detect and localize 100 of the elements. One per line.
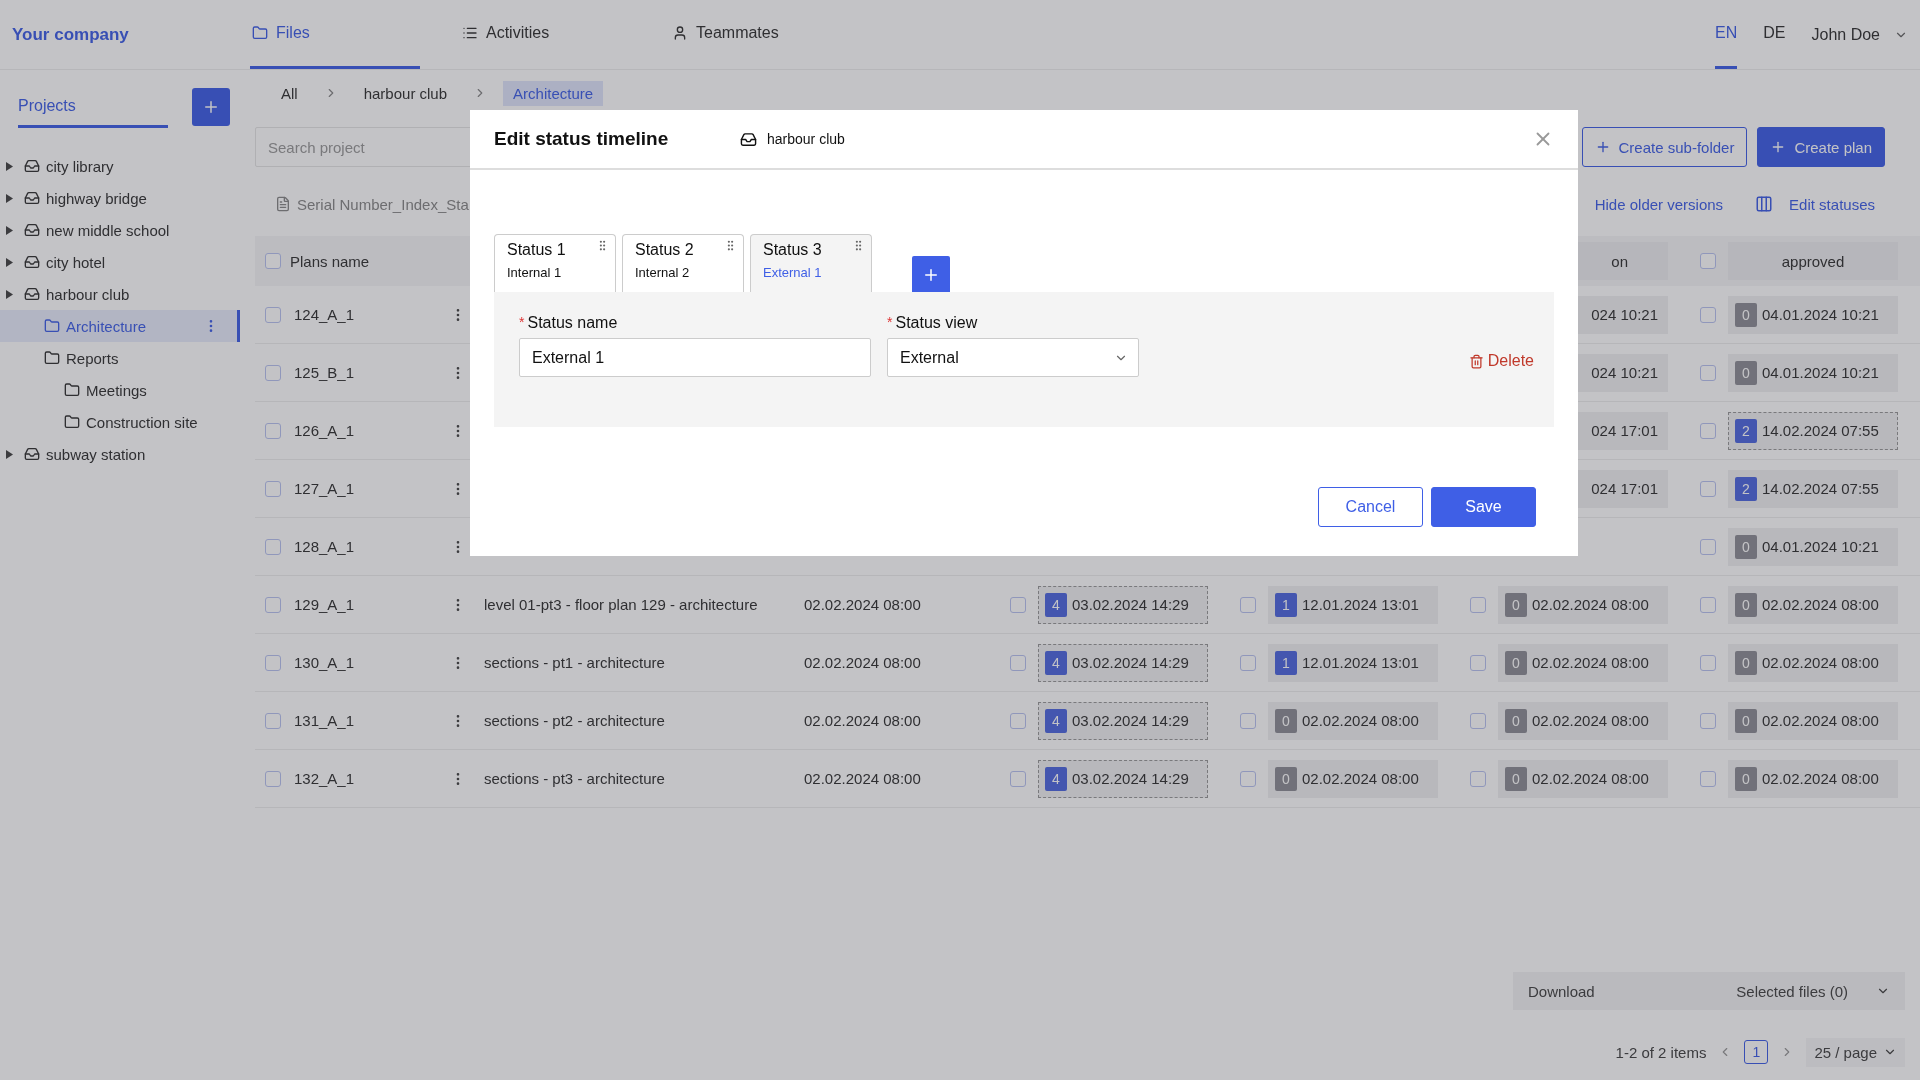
count-badge: 2 bbox=[1735, 418, 1757, 443]
plan-name: 126_A_1 bbox=[293, 422, 356, 439]
status-tag: 4 03.02.2024 14:29 bbox=[1038, 759, 1208, 798]
page-button[interactable]: 1 bbox=[1744, 1040, 1769, 1064]
user-menu[interactable]: John Doe bbox=[1811, 0, 1908, 69]
status-tab[interactable]: Status 3 External 1 bbox=[750, 234, 872, 292]
nav-tab[interactable]: Activities bbox=[460, 0, 630, 69]
count-badge: 0 bbox=[1505, 766, 1527, 791]
column-header: approved bbox=[1728, 242, 1898, 280]
count-badge: 1 bbox=[1275, 650, 1297, 675]
status-tab[interactable]: Status 1 Internal 1 bbox=[494, 234, 616, 292]
plan-name: 132_A_1 bbox=[293, 770, 356, 787]
tree-item[interactable]: Construction site bbox=[0, 406, 240, 438]
count-badge: 4 bbox=[1045, 592, 1067, 617]
action-button[interactable]: Create plan bbox=[1757, 127, 1885, 167]
status-tag: 0 02.02.2024 08:00 bbox=[1498, 643, 1668, 682]
status-tag: 0 04.01.2024 10:21 bbox=[1728, 295, 1898, 334]
count-badge: 2 bbox=[1735, 476, 1757, 501]
tree-item[interactable]: subway station bbox=[0, 438, 240, 470]
tree-item[interactable]: Reports bbox=[0, 342, 240, 374]
count-badge: 0 bbox=[1735, 592, 1757, 617]
page-size-select[interactable]: 25 / page bbox=[1806, 1037, 1905, 1067]
tree-item[interactable]: highway bridge bbox=[0, 182, 240, 214]
count-badge: 1 bbox=[1275, 592, 1297, 617]
tree-item[interactable]: city hotel bbox=[0, 246, 240, 278]
count-badge: 0 bbox=[1275, 766, 1297, 791]
status-tab[interactable]: Status 2 Internal 2 bbox=[622, 234, 744, 292]
tree-item[interactable]: harbour club bbox=[0, 278, 240, 310]
status-tag: 0 02.02.2024 08:00 bbox=[1498, 585, 1668, 624]
download-bar[interactable]: Download Selected files (0) bbox=[1513, 972, 1905, 1010]
status-tag: 0 02.02.2024 08:00 bbox=[1728, 759, 1898, 798]
status-tag: 0 04.01.2024 10:21 bbox=[1728, 353, 1898, 392]
selected-files-count: Selected files (0) bbox=[1736, 982, 1848, 1000]
project-name: harbour club bbox=[767, 131, 845, 147]
tree-item[interactable]: city library bbox=[0, 150, 240, 182]
column-header: Plans name bbox=[290, 252, 371, 270]
toolbar-link[interactable]: Edit statuses bbox=[1789, 195, 1875, 213]
status-tag: 2 14.02.2024 07:55 bbox=[1728, 411, 1898, 450]
plan-description: level 01-pt3 - floor plan 129 - architecture bbox=[483, 596, 759, 613]
status-tag: 1 12.01.2024 13:01 bbox=[1268, 643, 1438, 682]
status-tag: 0 04.01.2024 10:21 bbox=[1728, 527, 1898, 566]
count-badge: 4 bbox=[1045, 650, 1067, 675]
count-badge: 0 bbox=[1735, 708, 1757, 733]
plan-description: sections - pt2 - architecture bbox=[483, 712, 666, 729]
count-badge: 0 bbox=[1505, 650, 1527, 675]
field-label: * Status name bbox=[519, 314, 619, 332]
status-view-select[interactable]: External bbox=[887, 338, 1139, 377]
pagination-summary: 1-2 of 2 items bbox=[1615, 1043, 1707, 1061]
language-tab[interactable]: EN bbox=[1715, 0, 1738, 69]
status-tag: 0 02.02.2024 08:00 bbox=[1728, 643, 1898, 682]
status-tag: 1 12.01.2024 13:01 bbox=[1268, 585, 1438, 624]
status-tag: 0 02.02.2024 08:00 bbox=[1728, 701, 1898, 740]
nav-tab[interactable]: Files bbox=[250, 0, 420, 69]
plan-date: 02.02.2024 08:00 bbox=[803, 654, 922, 671]
plan-date: 02.02.2024 08:00 bbox=[803, 596, 922, 613]
status-tag: 4 03.02.2024 14:29 bbox=[1038, 585, 1208, 624]
status-tag: 0 02.02.2024 08:00 bbox=[1498, 759, 1668, 798]
file-name: Serial Number_Index_Sta bbox=[297, 195, 469, 213]
download-label: Download bbox=[1528, 982, 1595, 1000]
status-tag: 0 02.02.2024 08:00 bbox=[1268, 759, 1438, 798]
count-badge: 4 bbox=[1045, 708, 1067, 733]
count-badge: 0 bbox=[1275, 708, 1297, 733]
count-badge: 0 bbox=[1735, 766, 1757, 791]
action-button[interactable]: Create sub-folder bbox=[1581, 127, 1748, 167]
plan-name: 124_A_1 bbox=[293, 306, 356, 323]
count-badge: 0 bbox=[1735, 650, 1757, 675]
tree-item[interactable]: Meetings bbox=[0, 374, 240, 406]
count-badge: 0 bbox=[1735, 534, 1757, 559]
plan-name: 131_A_1 bbox=[293, 712, 356, 729]
breadcrumb-link[interactable]: All bbox=[271, 80, 308, 106]
nav-tab[interactable]: Teammates bbox=[670, 0, 840, 69]
count-badge: 0 bbox=[1735, 360, 1757, 385]
breadcrumb-link[interactable]: harbour club bbox=[353, 80, 458, 106]
plan-name: 129_A_1 bbox=[293, 596, 356, 613]
field-label: * Status view bbox=[887, 314, 979, 332]
count-badge: 0 bbox=[1505, 708, 1527, 733]
count-badge: 0 bbox=[1505, 592, 1527, 617]
language-tab[interactable]: DE bbox=[1763, 0, 1786, 69]
company-logo: Your company bbox=[12, 23, 130, 46]
status-tag: 4 03.02.2024 14:29 bbox=[1038, 701, 1208, 740]
status-tag: 0 02.02.2024 08:00 bbox=[1268, 701, 1438, 740]
plan-name: 130_A_1 bbox=[293, 654, 356, 671]
cancel-button[interactable]: Cancel bbox=[1318, 487, 1423, 527]
projects-tab[interactable]: Projects bbox=[18, 86, 168, 128]
plan-name: 128_A_1 bbox=[293, 538, 356, 555]
count-badge: 0 bbox=[1735, 302, 1757, 327]
status-tag: 4 03.02.2024 14:29 bbox=[1038, 643, 1208, 682]
toolbar-link[interactable]: Hide older versions bbox=[1594, 195, 1724, 213]
tree-item[interactable]: new middle school bbox=[0, 214, 240, 246]
plan-name: 125_B_1 bbox=[293, 364, 356, 381]
status-tag: 0 02.02.2024 08:00 bbox=[1728, 585, 1898, 624]
plan-date: 02.02.2024 08:00 bbox=[803, 712, 922, 729]
tree-item[interactable]: Architecture bbox=[0, 310, 240, 342]
plan-date: 02.02.2024 08:00 bbox=[803, 770, 922, 787]
save-button[interactable]: Save bbox=[1431, 487, 1536, 527]
status-name-field[interactable]: External 1 bbox=[519, 338, 871, 377]
status-tag: 2 14.02.2024 07:55 bbox=[1728, 469, 1898, 508]
count-badge: 4 bbox=[1045, 766, 1067, 791]
plan-name: 127_A_1 bbox=[293, 480, 356, 497]
status-tag: 0 02.02.2024 08:00 bbox=[1498, 701, 1668, 740]
